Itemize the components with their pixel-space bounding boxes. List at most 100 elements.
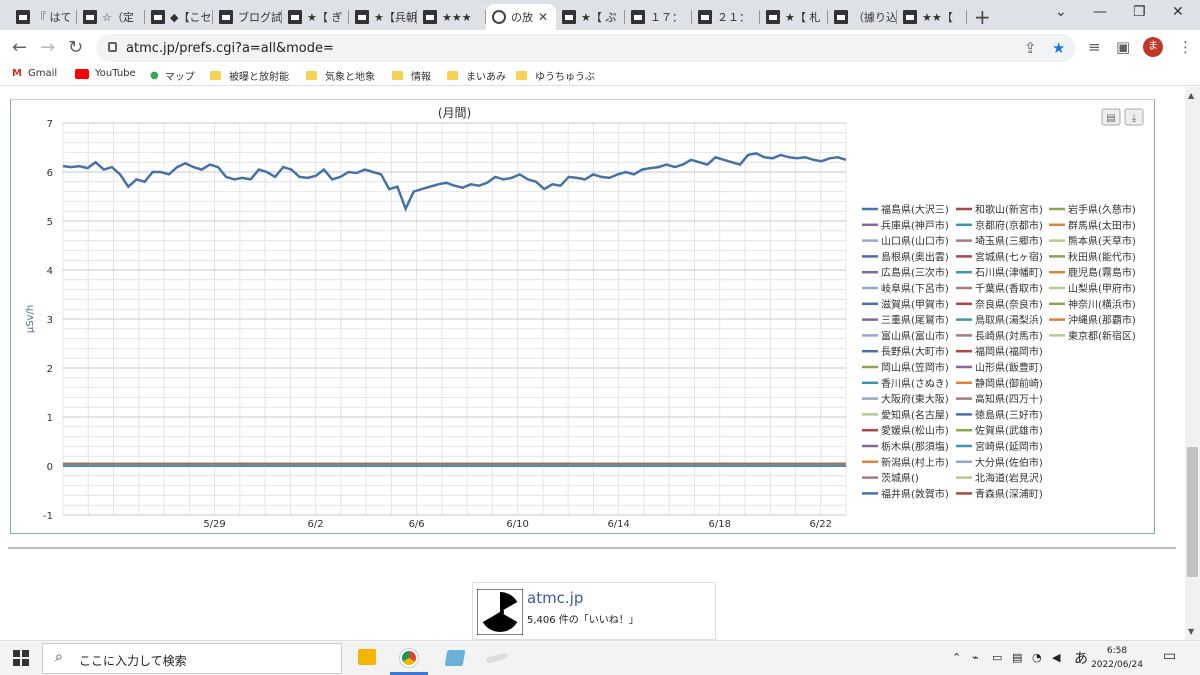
forward-icon[interactable]: → <box>40 37 55 58</box>
tab-1[interactable]: ☆（定 <box>77 4 145 30</box>
menu-icon[interactable]: ⋮ <box>1178 38 1193 56</box>
legend-item[interactable]: 愛媛県(松山市) <box>881 424 949 437</box>
battery-icon[interactable]: ▭ <box>992 651 1002 664</box>
legend-item[interactable]: 山梨県(甲府市) <box>1068 282 1136 295</box>
clock[interactable]: 6:58 2022/06/24 <box>1090 644 1144 672</box>
tab-search-icon[interactable]: ⌄ <box>1055 4 1067 20</box>
legend-item[interactable]: 大阪府(東大阪) <box>881 393 949 406</box>
bookmark-folder-1[interactable]: 被曝と放射能 <box>210 68 289 83</box>
tab-6[interactable]: ★★★ <box>417 4 486 30</box>
share-icon[interactable]: ⇪ <box>1024 39 1037 57</box>
tab-0[interactable]: 『 はて <box>10 4 77 30</box>
display-icon[interactable]: ▤ <box>1012 651 1022 664</box>
legend-item[interactable]: 宮城県(七ヶ宿) <box>975 250 1043 263</box>
chrome-icon[interactable] <box>400 649 418 667</box>
tab-13[interactable]: ★★【 <box>897 4 967 30</box>
tab-9[interactable]: １７： <box>625 4 692 30</box>
legend-item[interactable]: 福島県(大沢三) <box>881 203 949 216</box>
legend-item[interactable]: 愛知県(名古屋) <box>881 408 949 421</box>
close-tab-icon[interactable]: ✕ <box>538 10 548 24</box>
radiation-logo-icon[interactable] <box>477 589 523 635</box>
legend-item[interactable]: 福岡県(福岡市) <box>975 345 1043 358</box>
legend-item[interactable]: 青森県(深浦町) <box>975 487 1043 500</box>
legend-item[interactable]: 島根県(奥出雲) <box>881 250 949 263</box>
bookmark-folder-2[interactable]: 気象と地象 <box>306 68 375 83</box>
legend-item[interactable]: 岩手県(久慈市) <box>1068 203 1136 216</box>
legend-item[interactable]: 熊本県(天草市) <box>1068 235 1136 248</box>
new-tab-button[interactable]: + <box>974 5 991 29</box>
tab-10[interactable]: ２１： <box>692 4 760 30</box>
taskbar-search[interactable]: ⌕ ここに入力して検索 <box>42 643 342 674</box>
legend-item[interactable]: 岡山県(笠岡市) <box>881 361 949 374</box>
url-text[interactable]: atmc.jp/prefs.cgi?a=all&mode= <box>126 41 334 56</box>
bookmark-maps[interactable]: ● マップ <box>150 68 195 83</box>
legend-item[interactable]: 山形県(飯豊町) <box>975 361 1043 374</box>
legend-item[interactable]: 香川県(さぬき) <box>881 378 949 390</box>
scroll-up-icon[interactable]: ▲ <box>1188 91 1194 100</box>
legend-item[interactable]: 長崎県(対馬市) <box>975 329 1043 342</box>
legend-item[interactable]: 高知県(四万十) <box>975 393 1043 406</box>
scroll-down-icon[interactable]: ▼ <box>1188 627 1194 636</box>
tab-11[interactable]: ★【 札 <box>760 4 828 30</box>
notification-icon[interactable]: ▭ <box>1163 648 1176 664</box>
network-icon[interactable]: ⌁ <box>972 651 979 664</box>
close-window-button[interactable]: ✕ <box>1172 4 1184 20</box>
address-bar[interactable]: atmc.jp/prefs.cgi?a=all&mode= ⇪ ★ <box>96 34 1076 62</box>
legend-item[interactable]: 栃木県(那須塩) <box>881 440 949 453</box>
legend-item[interactable]: 奈良県(奈良市) <box>975 298 1043 311</box>
legend-item[interactable]: 三重県(尾鷲市) <box>881 314 949 327</box>
legend-item[interactable]: 福井県(敦賀市) <box>881 487 949 500</box>
tab-2[interactable]: ◆【こセ <box>145 4 213 30</box>
bookmark-folder-3[interactable]: 情報 <box>392 68 431 83</box>
maximize-button[interactable]: ❐ <box>1133 4 1146 20</box>
facebook-page-name[interactable]: atmc.jp <box>527 589 583 607</box>
legend-item[interactable]: 和歌山(新宮市) <box>975 203 1043 216</box>
legend-item[interactable]: 秋田県(能代市) <box>1068 250 1136 263</box>
legend-item[interactable]: 山口県(山口市) <box>881 235 949 248</box>
bookmark-star-icon[interactable]: ★ <box>1052 39 1065 57</box>
legend-item[interactable]: 群馬県(太田市) <box>1068 219 1136 232</box>
file-explorer-icon[interactable] <box>358 649 376 665</box>
volume-icon[interactable]: ◀ <box>1052 651 1060 664</box>
legend-item[interactable]: 岐阜県(下呂市) <box>881 282 949 295</box>
tab-4[interactable]: ★【 ぎ <box>282 4 349 30</box>
tab-3[interactable]: ブログ試 <box>213 4 282 30</box>
avatar[interactable]: ま <box>1143 37 1163 57</box>
tab-8[interactable]: ★【 ぷ <box>556 4 625 30</box>
legend-item[interactable]: 富山県(富山市) <box>881 329 949 342</box>
legend-item[interactable]: 長野県(大町市) <box>881 345 949 358</box>
tab-5[interactable]: ★【兵朝 <box>349 4 417 30</box>
minimize-button[interactable]: — <box>1093 4 1107 20</box>
legend-item[interactable]: 東京都(新宿区) <box>1068 329 1136 342</box>
wifi-icon[interactable]: ◔ <box>1032 651 1042 664</box>
reading-list-icon[interactable]: ≡ <box>1088 38 1101 56</box>
legend-item[interactable]: 鹿児島(霧島市) <box>1068 266 1136 279</box>
legend-item[interactable]: 京都府(京都市) <box>975 219 1043 232</box>
legend-item[interactable]: 静岡県(御前崎) <box>975 377 1043 390</box>
notes-app-icon[interactable] <box>444 650 466 666</box>
legend-item[interactable]: 大分県(佐伯市) <box>975 456 1043 469</box>
reload-icon[interactable]: ↻ <box>68 37 83 58</box>
legend-item[interactable]: 滋賀県(甲賀市) <box>881 298 949 311</box>
legend-item[interactable]: 徳島県(三好市) <box>975 408 1043 421</box>
legend-item[interactable]: 沖縄県(那覇市) <box>1068 314 1136 327</box>
legend-item[interactable]: 佐賀県(武雄市) <box>975 424 1043 437</box>
legend-item[interactable]: 新潟県(村上市) <box>881 456 949 469</box>
legend-item[interactable]: 神奈川(横浜市) <box>1068 298 1136 311</box>
legend-item[interactable]: 石川県(津幡町) <box>975 266 1043 279</box>
windows-start-icon[interactable] <box>13 650 29 666</box>
bookmark-folder-5[interactable]: ゆうちゅうぶ <box>516 68 595 83</box>
legend-item[interactable]: 鳥取県(湯梨浜) <box>975 314 1043 327</box>
bookmark-youtube[interactable]: YouTube <box>75 68 136 79</box>
legend-item[interactable]: 茨城県() <box>881 472 919 485</box>
legend-item[interactable]: 埼玉県(三郷市) <box>975 235 1043 248</box>
chevron-up-icon[interactable]: ⌃ <box>952 651 961 664</box>
bookmark-folder-4[interactable]: まいあみ <box>447 68 506 83</box>
legend-item[interactable]: 兵庫県(神戸市) <box>881 219 949 232</box>
bookmark-gmail[interactable]: M Gmail <box>12 68 57 79</box>
ime-indicator[interactable]: あ <box>1074 648 1088 668</box>
legend-item[interactable]: 千葉県(香取市) <box>975 282 1043 295</box>
pen-app-icon[interactable] <box>485 652 509 664</box>
legend-item[interactable]: 宮崎県(延岡市) <box>975 440 1043 453</box>
scrollbar-thumb[interactable] <box>1187 447 1198 577</box>
